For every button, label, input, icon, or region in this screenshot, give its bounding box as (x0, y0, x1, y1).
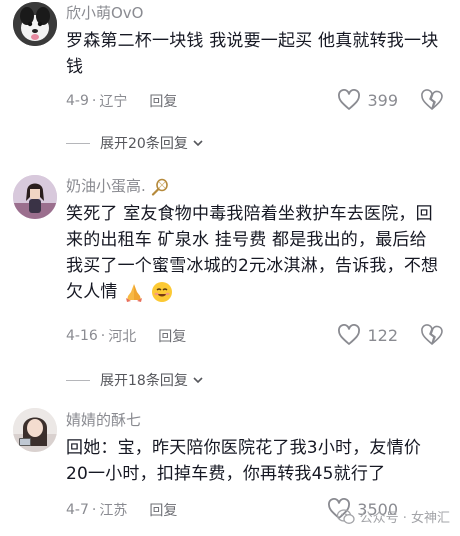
comment-date: 4-7 (66, 502, 89, 518)
username-text: 奶油小蛋高. (66, 177, 146, 195)
comment-text-content: 笑死了 室友食物中毒我陪着坐救护车去医院，回来的出租车 矿泉水 挂号费 都是我出… (66, 204, 439, 302)
comment-meta: 4-9 · 辽宁 回复 (66, 91, 177, 111)
comment-text: 回她：宝，昨天陪你医院花了我3小时，友情价20一小时，扣掉车费，你再转我45就行… (66, 438, 422, 484)
chevron-down-icon (193, 377, 203, 384)
expand-label: 展开20条回复 (100, 136, 188, 152)
meta-dot: · (100, 328, 106, 344)
comment-location: 江苏 (99, 503, 128, 519)
username[interactable]: 婧婧的酥七 (66, 409, 141, 430)
comment-location: 辽宁 (99, 94, 128, 110)
broken-heart-icon (421, 324, 443, 345)
watermark: 公众号 · 女神汇 (336, 507, 450, 526)
like-count: 399 (367, 90, 398, 110)
divider-line (66, 142, 90, 144)
username[interactable]: 奶油小蛋高. (66, 175, 169, 196)
chevron-down-icon (193, 140, 203, 147)
expand-replies-button[interactable]: 展开20条回复 (66, 133, 204, 153)
avatar[interactable] (13, 2, 57, 46)
avatar[interactable] (13, 408, 57, 452)
dislike-button[interactable] (420, 324, 444, 350)
heart-outline-icon (338, 89, 361, 110)
like-button[interactable]: 122 (337, 324, 398, 346)
comment-date: 4-16 (66, 328, 98, 344)
dislike-button[interactable] (420, 89, 444, 115)
comment-date: 4-9 (66, 93, 89, 109)
meta-dot: · (91, 502, 97, 518)
like-count: 122 (367, 325, 398, 345)
praying-hands-emoji (126, 284, 143, 302)
comment-meta: 4-16 · 河北 回复 (66, 326, 186, 346)
username[interactable]: 欣小萌OvO (66, 2, 144, 23)
comment-text: 罗森第二杯一块钱 我说要一起买 他真就转我一块钱 (66, 31, 439, 77)
reply-button[interactable]: 回复 (149, 91, 177, 111)
reply-button[interactable]: 回复 (158, 326, 186, 346)
like-button[interactable]: 399 (337, 89, 398, 111)
tennis-racket-icon (151, 178, 168, 196)
divider-line (66, 379, 90, 381)
avatar[interactable] (13, 175, 57, 219)
comment-location: 河北 (108, 329, 137, 345)
watermark-text: 公众号 · 女神汇 (359, 511, 450, 526)
wechat-icon (336, 508, 355, 524)
comment-2: 奶油小蛋高. 笑死了 室友食物中毒我陪着坐救护车去医院，回来的出租车 矿泉水 挂… (0, 165, 460, 395)
expand-replies-button[interactable]: 展开18条回复 (66, 370, 204, 390)
heart-outline-icon (338, 324, 361, 345)
broken-heart-icon (421, 89, 443, 110)
meta-dot: · (91, 93, 97, 109)
comment-meta: 4-7 · 江苏 回复 (66, 500, 177, 520)
comment-text: 笑死了 室友食物中毒我陪着坐救护车去医院，回来的出租车 矿泉水 挂号费 都是我出… (66, 201, 442, 305)
reply-button[interactable]: 回复 (149, 500, 177, 520)
expand-label: 展开18条回复 (100, 373, 188, 389)
comment-1: 欣小萌OvO 罗森第二杯一块钱 我说要一起买 他真就转我一块钱 4-9 · 辽宁… (0, 0, 460, 153)
smiling-face-emoji (151, 282, 172, 302)
